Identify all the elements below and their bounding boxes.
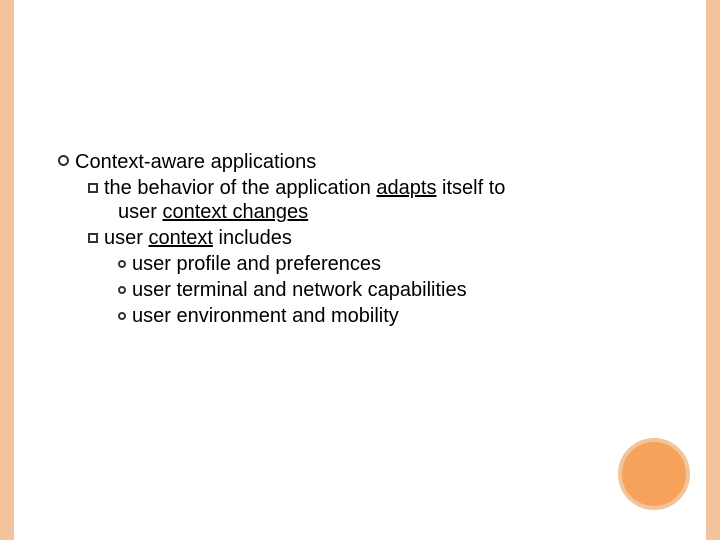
text: behavior of the application: [132, 177, 377, 199]
text: environment and mobility: [171, 305, 399, 327]
dot-bullet-icon: [118, 312, 126, 320]
text: profile and preferences: [171, 253, 381, 275]
ring-bullet-icon: [58, 155, 69, 166]
text-continuation: user context changes: [88, 200, 662, 224]
dot-bullet-icon: [118, 286, 126, 294]
bullet-level3: user profile and preferences: [118, 252, 662, 276]
text: user: [132, 253, 171, 275]
bullet-level3: user environment and mobility: [118, 304, 662, 328]
text: user: [104, 227, 148, 249]
text: Context-aware: [75, 151, 205, 173]
text: applications: [205, 151, 316, 173]
bullet-level2: the behavior of the application adapts i…: [88, 176, 662, 224]
bullet-level1: Context-aware applications: [58, 150, 662, 174]
square-bullet-icon: [88, 183, 98, 193]
text: user: [132, 305, 171, 327]
text: adapts: [376, 177, 436, 199]
bullet-level3: user terminal and network capabilities: [118, 278, 662, 302]
text: the: [104, 177, 132, 199]
decor-ball: [618, 438, 690, 510]
text: terminal and network capabilities: [171, 279, 467, 301]
text: context changes: [162, 201, 308, 223]
square-bullet-icon: [88, 233, 98, 243]
text: itself to: [436, 177, 505, 199]
decor-bar-left: [0, 0, 14, 540]
slide-content: Context-aware applications the behavior …: [58, 150, 662, 328]
dot-bullet-icon: [118, 260, 126, 268]
text: includes: [213, 227, 292, 249]
text: user: [132, 279, 171, 301]
text: context: [148, 227, 212, 249]
bullet-level2: user context includes: [88, 226, 662, 250]
slide: Context-aware applications the behavior …: [0, 0, 720, 540]
text: user: [118, 201, 162, 223]
decor-bar-right: [706, 0, 720, 540]
